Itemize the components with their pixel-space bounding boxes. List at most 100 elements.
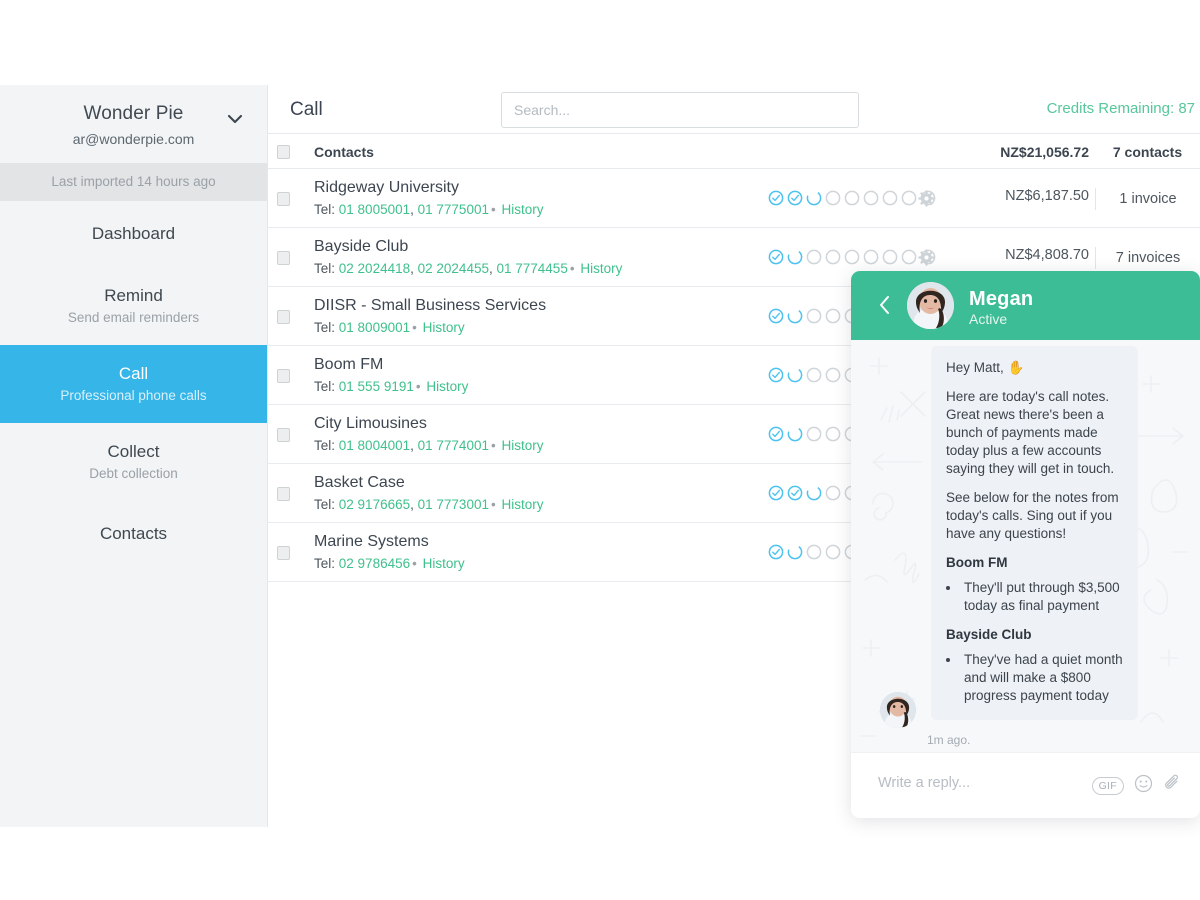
column-contacts-count: 7 contacts	[1112, 144, 1183, 160]
row-checkbox[interactable]	[277, 546, 290, 560]
phone-number[interactable]: 02 9786456	[339, 556, 410, 571]
sidebar-item-remind[interactable]: Remind Send email reminders	[0, 267, 267, 345]
progress-dot-active[interactable]	[806, 485, 822, 501]
progress-dot-done[interactable]	[768, 308, 784, 324]
progress-dot-done[interactable]	[768, 485, 784, 501]
chat-message: Hey Matt, ✋ Here are today's call notes.…	[931, 346, 1138, 720]
message-greeting: Hey Matt, ✋	[946, 360, 1025, 375]
contact-phones: Tel: 01 8005001, 01 7775001 • History	[314, 202, 544, 217]
app-root: Wonder Pie ar@wonderpie.com Last importe…	[0, 0, 1200, 900]
phone-number[interactable]: 01 7773001	[418, 497, 489, 512]
progress-dot-empty[interactable]	[825, 367, 841, 383]
gif-button[interactable]: GIF	[1091, 776, 1124, 795]
progress-dot-empty[interactable]	[825, 485, 841, 501]
progress-dot-done[interactable]	[787, 485, 803, 501]
tel-prefix: Tel:	[314, 320, 336, 335]
row-checkbox[interactable]	[277, 310, 290, 324]
row-checkbox[interactable]	[277, 251, 290, 265]
phone-number[interactable]: 01 8005001	[339, 202, 410, 217]
progress-dot-empty[interactable]	[863, 249, 879, 265]
phone-number[interactable]: 01 8004001	[339, 438, 410, 453]
phone-number[interactable]: 01 7774455	[497, 261, 568, 276]
phone-number[interactable]: 02 9176665	[339, 497, 410, 512]
progress-dot-done[interactable]	[768, 190, 784, 206]
reply-input[interactable]	[878, 775, 1068, 791]
row-checkbox[interactable]	[277, 428, 290, 442]
progress-dot-active[interactable]	[806, 190, 822, 206]
contact-name: City Limousines	[314, 415, 427, 432]
progress-dot-active[interactable]	[787, 249, 803, 265]
history-link[interactable]: History	[501, 497, 543, 512]
org-switcher[interactable]: Wonder Pie ar@wonderpie.com	[0, 85, 267, 163]
progress-dot-done[interactable]	[768, 249, 784, 265]
sidebar-item-collect[interactable]: Collect Debt collection	[0, 423, 267, 501]
phone-number[interactable]: 01 7775001	[418, 202, 489, 217]
progress-dot-empty[interactable]	[806, 426, 822, 442]
phone-number[interactable]: 02 2024455	[418, 261, 489, 276]
progress-dot-empty[interactable]	[825, 190, 841, 206]
message-para-1: Here are today's call notes. Great news …	[946, 389, 1115, 476]
progress-dot-active[interactable]	[787, 544, 803, 560]
progress-dot-empty[interactable]	[806, 367, 822, 383]
paperclip-icon[interactable]	[1163, 773, 1182, 798]
contact-name: DIISR - Small Business Services	[314, 297, 547, 314]
phone-number[interactable]: 01 8009001	[339, 320, 410, 335]
row-checkbox[interactable]	[277, 369, 290, 383]
smiley-icon[interactable]	[1134, 774, 1153, 798]
row-checkbox[interactable]	[277, 487, 290, 501]
sidebar-item-dashboard[interactable]: Dashboard	[0, 201, 267, 267]
page-title: Call	[290, 99, 323, 120]
contact-phones: Tel: 01 8009001 • History	[314, 320, 465, 335]
progress-dot-done[interactable]	[787, 190, 803, 206]
progress-dot-empty[interactable]	[825, 308, 841, 324]
progress-dot-empty[interactable]	[806, 544, 822, 560]
topbar: Call Credits Remaining: 87	[268, 85, 1200, 134]
history-link[interactable]: History	[501, 438, 543, 453]
progress-dot-active[interactable]	[787, 367, 803, 383]
progress-dot-empty[interactable]	[825, 249, 841, 265]
contact-name: Ridgeway University	[314, 179, 459, 196]
progress-dot-done[interactable]	[768, 426, 784, 442]
progress-dot-done[interactable]	[768, 544, 784, 560]
contact-phones: Tel: 01 8004001, 01 7774001 • History	[314, 438, 544, 453]
sidebar-item-label: Contacts	[99, 524, 168, 543]
history-link[interactable]: History	[580, 261, 622, 276]
select-all-checkbox[interactable]	[277, 145, 290, 159]
progress-dot-empty[interactable]	[806, 308, 822, 324]
gear-icon[interactable]	[918, 249, 935, 266]
phone-number[interactable]: 02 2024418	[339, 261, 410, 276]
table-row[interactable]: Ridgeway University Tel: 01 8005001, 01 7…	[268, 169, 1200, 228]
progress-dot-empty[interactable]	[844, 249, 860, 265]
contact-phones: Tel: 02 2024418, 02 2024455, 01 7774455 •…	[314, 261, 623, 276]
sidebar-item-call[interactable]: Call Professional phone calls	[0, 345, 267, 423]
progress-dot-empty[interactable]	[844, 190, 860, 206]
progress-dot-active[interactable]	[787, 426, 803, 442]
chat-widget: Megan Active Hey Matt, ✋ Here are today'…	[851, 271, 1200, 818]
phone-number[interactable]: 01 7774001	[418, 438, 489, 453]
progress-dot-empty[interactable]	[882, 249, 898, 265]
progress-dot-active[interactable]	[787, 308, 803, 324]
chevron-down-icon[interactable]	[227, 111, 243, 127]
row-checkbox[interactable]	[277, 192, 290, 206]
history-link[interactable]: History	[426, 379, 468, 394]
chevron-left-icon[interactable]	[879, 295, 891, 315]
history-link[interactable]: History	[423, 320, 465, 335]
sidebar-item-contacts[interactable]: Contacts	[0, 501, 267, 567]
gear-icon[interactable]	[918, 190, 935, 207]
progress-dot-empty[interactable]	[806, 249, 822, 265]
phone-number[interactable]: 01 555 9191	[339, 379, 414, 394]
call-progress-dots	[768, 249, 936, 265]
history-link[interactable]: History	[501, 202, 543, 217]
progress-dot-empty[interactable]	[882, 190, 898, 206]
progress-dot-done[interactable]	[768, 367, 784, 383]
message-timestamp: 1m ago.	[927, 733, 971, 747]
progress-dot-empty[interactable]	[863, 190, 879, 206]
progress-dot-empty[interactable]	[901, 190, 917, 206]
progress-dot-empty[interactable]	[825, 426, 841, 442]
history-link[interactable]: History	[423, 556, 465, 571]
avatar	[907, 282, 954, 329]
message-bullet: They've had a quiet month and will make …	[961, 651, 1123, 705]
progress-dot-empty[interactable]	[901, 249, 917, 265]
progress-dot-empty[interactable]	[825, 544, 841, 560]
search-input[interactable]	[501, 92, 859, 128]
